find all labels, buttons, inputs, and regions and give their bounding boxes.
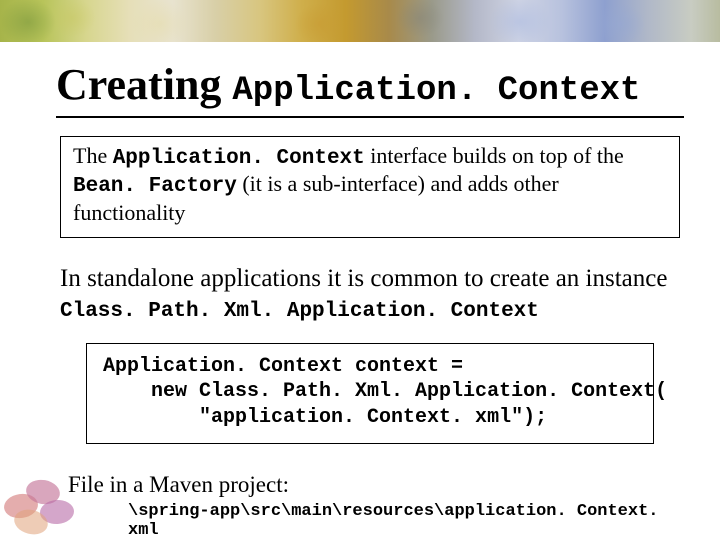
intro-box: The Application. Context interface build… [60, 136, 680, 238]
footer-label: File in a Maven project: [68, 472, 680, 498]
code-block: Application. Context context = new Class… [86, 343, 654, 444]
footer-path: \spring-app\src\main\resources\applicati… [128, 502, 684, 540]
intro-text-1: The [73, 143, 113, 168]
slide-title: Creating Application. Context [56, 62, 684, 110]
decorative-banner [0, 0, 720, 42]
title-underline [56, 116, 684, 118]
intro-text-2: interface builds on top of the [365, 143, 624, 168]
title-classname: Application. Context [232, 72, 640, 110]
body-classname: Class. Path. Xml. Application. Context [60, 300, 539, 323]
intro-classname-2: Bean. Factory [73, 175, 237, 198]
body-text: In standalone applications it is common … [60, 265, 667, 292]
body-paragraph: In standalone applications it is common … [60, 264, 680, 325]
intro-classname-1: Application. Context [113, 147, 365, 170]
title-prefix: Creating [56, 60, 232, 109]
slide-content: Creating Application. Context The Applic… [0, 42, 720, 540]
